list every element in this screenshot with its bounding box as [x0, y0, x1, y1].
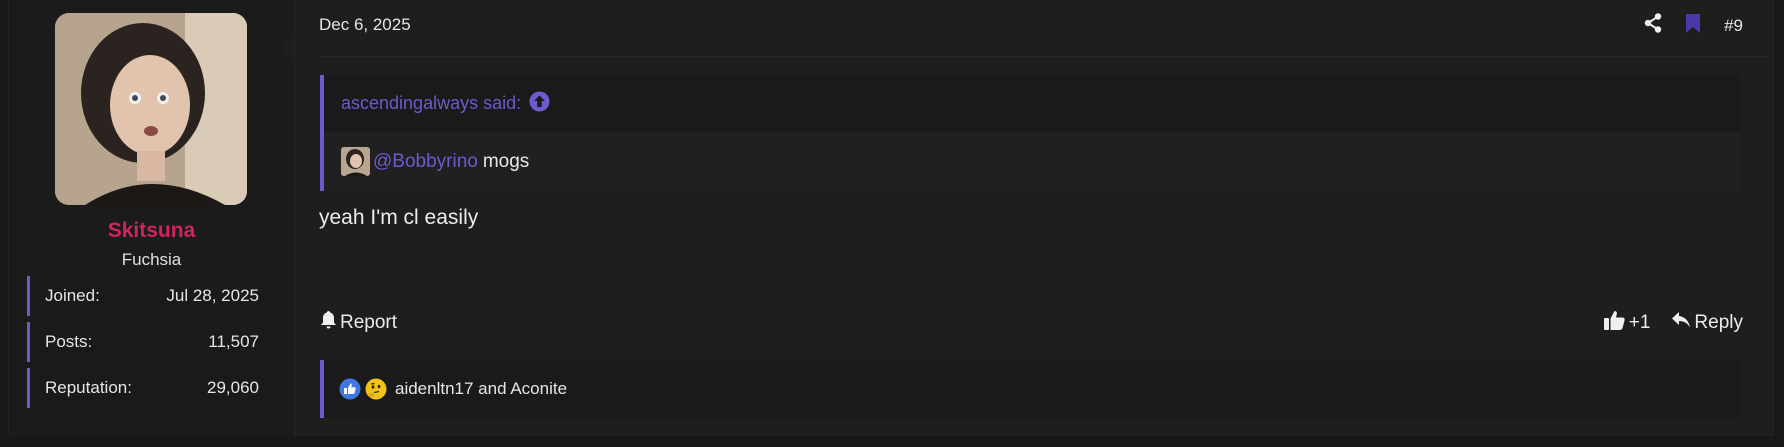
user-sidebar: Skitsuna Fuchsia Joined: Jul 28, 2025 Po… [9, 0, 295, 436]
bell-icon [321, 311, 336, 335]
post-number[interactable]: #9 [1724, 16, 1743, 36]
like-reaction-icon[interactable] [339, 378, 361, 400]
reactions-bar[interactable]: aidenltn17 and Aconite [320, 360, 1740, 418]
post-date[interactable]: Dec 6, 2025 [319, 15, 411, 35]
avatar[interactable] [55, 13, 247, 205]
stat-label: Joined: [45, 286, 100, 305]
post-header-actions: #9 [1644, 13, 1743, 38]
share-icon[interactable] [1644, 13, 1662, 38]
user-mention[interactable]: @Bobbyrino [373, 151, 478, 173]
stat-value: 29,060 [207, 378, 259, 397]
reactions-users[interactable]: aidenltn17 and Aconite [395, 379, 567, 399]
quote-text: mogs [482, 150, 530, 172]
user-title: Fuchsia [121, 250, 182, 269]
post-footer-actions: Report +1 Reply [321, 309, 1743, 337]
like-button[interactable]: +1 [1603, 310, 1651, 336]
reply-label: Reply [1694, 312, 1743, 333]
username[interactable]: Skitsuna [9, 219, 294, 243]
post-body: yeah I'm cl easily [319, 206, 479, 229]
reply-button[interactable]: Reply [1672, 312, 1743, 334]
stat-value: 11,507 [208, 332, 259, 351]
stat-reputation: Reputation: 29,060 [27, 368, 273, 408]
thinking-reaction-icon[interactable] [365, 378, 387, 400]
like-count: +1 [1628, 312, 1651, 333]
post-main: Dec 6, 2025 #9 ascendingalways said: @Bo… [294, 0, 1773, 436]
stat-label: Posts: [45, 332, 93, 351]
header-divider [319, 56, 1773, 57]
bookmark-icon[interactable] [1686, 13, 1701, 38]
quote-attribution[interactable]: ascendingalways said: [341, 93, 521, 114]
report-button[interactable]: Report [321, 311, 397, 335]
stat-value: Jul 28, 2025 [166, 286, 259, 305]
mention-avatar[interactable] [341, 147, 370, 176]
reply-arrow-icon [1672, 312, 1691, 334]
quote-header[interactable]: ascendingalways said: [324, 75, 1740, 132]
report-label: Report [340, 312, 398, 333]
stat-label: Reputation: [45, 378, 132, 397]
post-container: Skitsuna Fuchsia Joined: Jul 28, 2025 Po… [8, 0, 1774, 436]
arrow-up-circle-icon[interactable] [529, 91, 550, 117]
quote-content: @Bobbyrino mogs [324, 132, 1740, 191]
quote-block: ascendingalways said: @Bobbyrino mogs [320, 75, 1740, 191]
stat-joined: Joined: Jul 28, 2025 [27, 276, 273, 316]
stat-posts: Posts: 11,507 [27, 322, 273, 362]
thumbs-up-icon [1603, 310, 1625, 336]
